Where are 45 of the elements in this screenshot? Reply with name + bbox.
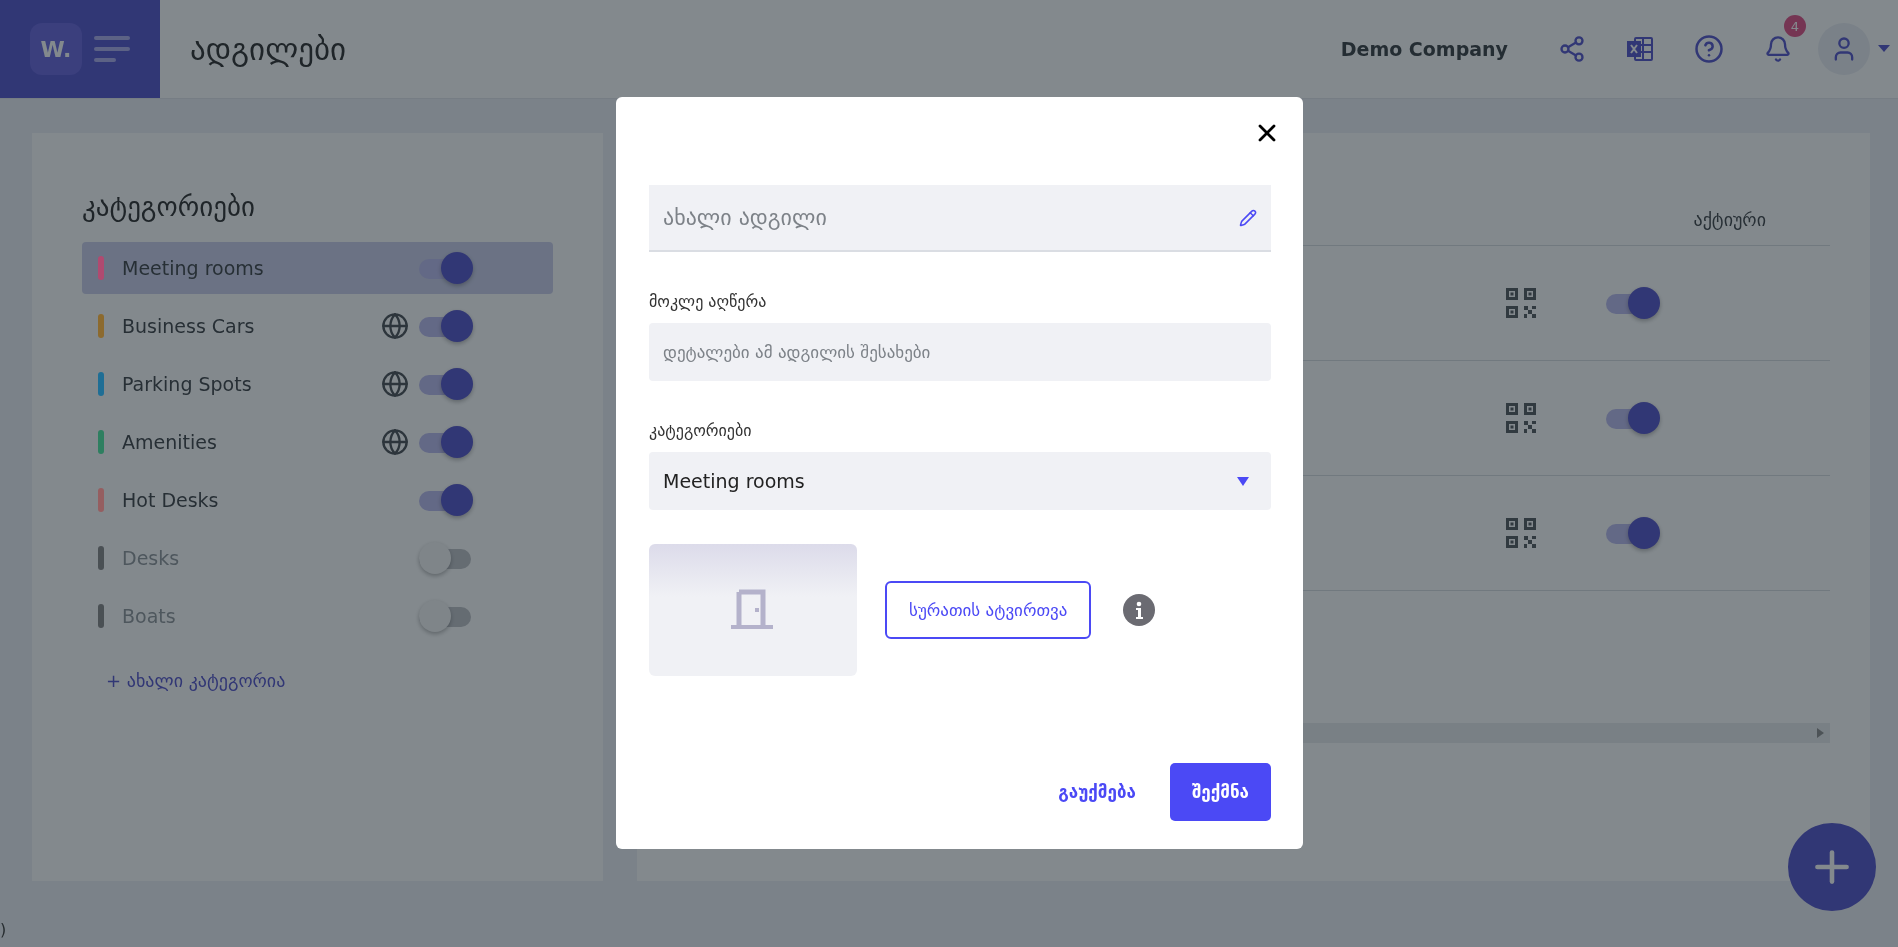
category-name: Amenities: [122, 431, 218, 453]
description-field[interactable]: დეტალები ამ ადგილის შესახები: [649, 323, 1271, 381]
category-item[interactable]: Hot Desks: [82, 474, 553, 526]
user-avatar[interactable]: [1818, 23, 1870, 75]
create-button[interactable]: შექმნა: [1169, 763, 1271, 821]
caret-icon[interactable]: [1878, 45, 1890, 53]
field-label: მოკლე აღწერა: [649, 292, 768, 311]
toggle-switch[interactable]: [1606, 400, 1662, 436]
company-name[interactable]: Demo Company: [1340, 38, 1508, 60]
door-icon: [731, 588, 775, 632]
add-category-link[interactable]: + ახალი კატეგორია: [106, 670, 286, 691]
category-item[interactable]: Parking Spots: [82, 358, 553, 410]
menu-icon[interactable]: [94, 36, 130, 62]
toggle-switch[interactable]: [419, 424, 475, 460]
cancel-button[interactable]: გაუქმება: [1052, 781, 1142, 803]
panel-title: კატეგორიები: [82, 191, 256, 222]
qr-code-icon[interactable]: [1506, 518, 1536, 548]
category-name: Business Cars: [122, 315, 256, 337]
category-name: Hot Desks: [122, 489, 220, 511]
toggle-switch[interactable]: [419, 366, 475, 402]
category-item[interactable]: Amenities: [82, 416, 553, 468]
category-item[interactable]: Meeting rooms: [82, 242, 553, 294]
toggle-switch[interactable]: [419, 250, 475, 286]
qr-code-icon[interactable]: [1506, 403, 1536, 433]
category-name: Parking Spots: [122, 373, 253, 395]
toggle-switch[interactable]: [1606, 515, 1662, 551]
field-label: კატეგორიები: [649, 421, 753, 440]
toggle-switch[interactable]: [419, 482, 475, 518]
pencil-icon[interactable]: [1239, 209, 1257, 227]
caret-icon: [1237, 476, 1249, 486]
category-item[interactable]: Business Cars: [82, 300, 553, 352]
notification-badge: 4: [1784, 15, 1806, 37]
upload-image-button[interactable]: სურათის ატვირთვა: [885, 581, 1092, 639]
column-header: აქტიური: [1693, 208, 1766, 230]
category-select[interactable]: Meeting rooms: [649, 452, 1271, 510]
scroll-right-icon[interactable]: [1817, 728, 1824, 738]
toggle-switch[interactable]: [1606, 285, 1662, 321]
info-icon[interactable]: [1123, 594, 1156, 626]
category-name: Meeting rooms: [122, 257, 265, 279]
logo[interactable]: W.: [30, 23, 82, 75]
edge-fragment: ): [0, 920, 7, 939]
name-field[interactable]: ახალი ადგილი: [649, 185, 1271, 252]
qr-code-icon[interactable]: [1506, 288, 1536, 318]
page-title: ადგილები: [190, 31, 347, 67]
toggle-switch[interactable]: [419, 308, 475, 344]
